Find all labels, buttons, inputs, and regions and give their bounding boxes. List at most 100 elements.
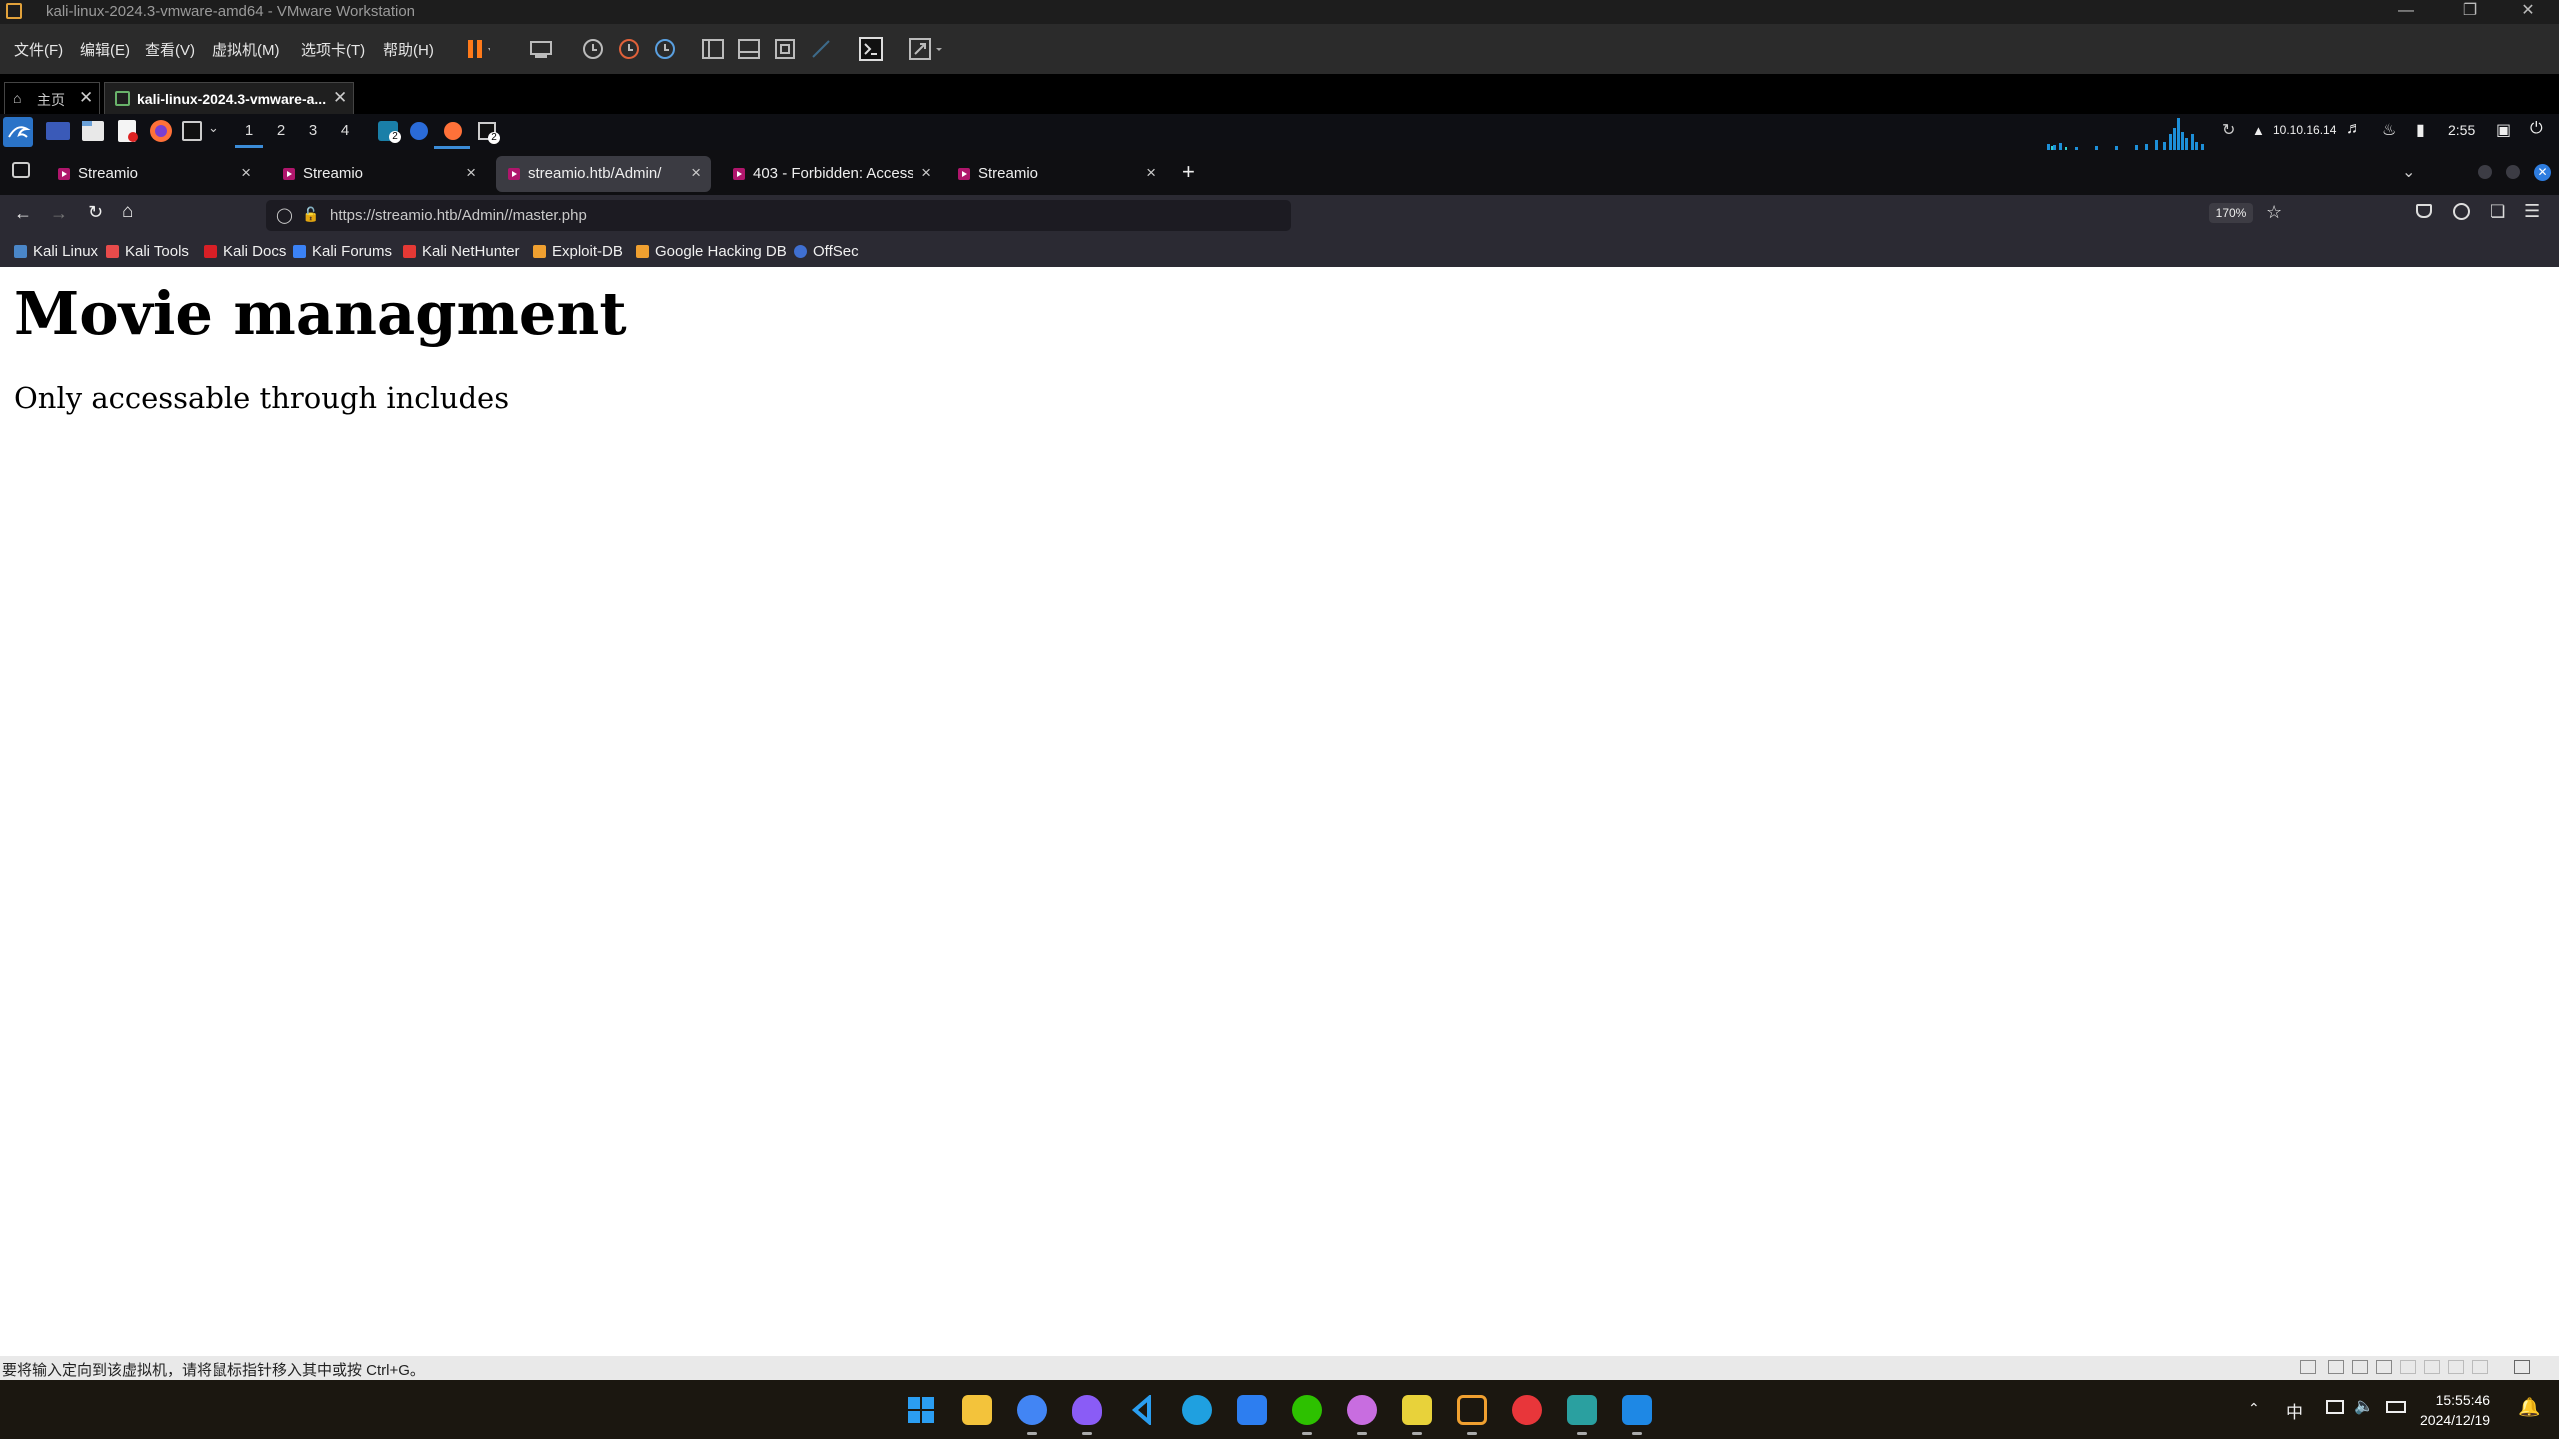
firefox-window-icon[interactable] xyxy=(444,122,462,140)
usb-icon[interactable] xyxy=(2400,1360,2416,1374)
menu-edit[interactable]: 编辑(E) xyxy=(80,39,130,60)
close-icon[interactable]: ✕ xyxy=(333,88,347,108)
refresh-icon[interactable]: ↻ xyxy=(2222,120,2235,140)
notification-bell-icon[interactable]: ♨ xyxy=(2382,120,2396,140)
bookmark-offsec[interactable]: OffSec xyxy=(794,243,859,260)
vscode-icon[interactable] xyxy=(1127,1395,1157,1425)
firefox-icon[interactable] xyxy=(150,120,172,142)
account-icon[interactable] xyxy=(2453,203,2470,220)
unity-icon[interactable] xyxy=(808,36,834,62)
writer-app-icon[interactable] xyxy=(1622,1395,1652,1425)
browser-tab-active[interactable]: streamio.htb/Admin/ × xyxy=(496,156,711,192)
workspace-2[interactable]: 2 xyxy=(267,122,295,139)
menu-vm[interactable]: 虚拟机(M) xyxy=(212,39,280,60)
terminal-window-icon[interactable]: 2 xyxy=(478,122,500,144)
tracking-shield-icon[interactable]: ◯ xyxy=(276,206,293,224)
console-view-icon[interactable] xyxy=(858,36,884,62)
workspace-4[interactable]: 4 xyxy=(331,122,359,139)
browser-tab[interactable]: Streamio × xyxy=(46,156,261,192)
network-adapter-icon[interactable] xyxy=(2328,1360,2344,1374)
burp-window-icon[interactable]: 2 xyxy=(378,121,401,143)
chevron-up-icon[interactable]: ⌃ xyxy=(2248,1400,2260,1417)
close-tab-icon[interactable]: × xyxy=(691,163,701,183)
pocket-icon[interactable] xyxy=(2416,204,2432,218)
text-editor-icon[interactable] xyxy=(118,120,138,142)
thumbnail-view-icon[interactable] xyxy=(736,36,762,62)
vm-tab-home[interactable]: ⌂ 主页 ✕ xyxy=(4,82,100,114)
menu-file[interactable]: 文件(F) xyxy=(14,39,63,60)
battery-icon[interactable] xyxy=(2386,1401,2406,1413)
send-ctrl-alt-del-icon[interactable] xyxy=(528,36,554,62)
home-icon[interactable]: ⌂ xyxy=(122,201,133,223)
restore-button[interactable]: ❐ xyxy=(2438,0,2502,24)
menu-help[interactable]: 帮助(H) xyxy=(383,39,434,60)
workspace-1[interactable]: 1 xyxy=(235,122,263,139)
bookmark-star-icon[interactable]: ☆ xyxy=(2266,202,2282,223)
notification-bell-icon[interactable]: 🔔 xyxy=(2518,1397,2540,1418)
firefox-view-icon[interactable] xyxy=(12,162,30,178)
bookmark-kali-forums[interactable]: Kali Forums xyxy=(293,243,392,260)
edge-icon[interactable] xyxy=(1182,1395,1212,1425)
bookmark-google-hacking-db[interactable]: Google Hacking DB xyxy=(636,243,787,260)
new-tab-button[interactable]: + xyxy=(1182,159,1195,185)
network-icon[interactable] xyxy=(2326,1400,2344,1414)
vm-tab-kali[interactable]: kali-linux-2024.3-vmware-a... ✕ xyxy=(104,82,354,114)
browser-tab[interactable]: 403 - Forbidden: Access i × xyxy=(721,156,941,192)
volume-icon[interactable]: 🔈 xyxy=(2354,1396,2374,1416)
maximize-browser-button[interactable] xyxy=(2506,165,2520,179)
wechat-icon[interactable] xyxy=(1292,1395,1322,1425)
reload-icon[interactable]: ↻ xyxy=(88,202,103,223)
stretch-guest-icon[interactable] xyxy=(908,36,942,62)
minimize-button[interactable]: — xyxy=(2374,0,2438,24)
bookmark-kali-tools[interactable]: Kali Tools xyxy=(106,243,189,260)
bookmark-exploit-db[interactable]: Exploit-DB xyxy=(533,243,623,260)
volume-icon[interactable]: ♬ xyxy=(2346,120,2362,138)
obsidian-icon[interactable] xyxy=(1072,1395,1102,1425)
revert-snapshot-icon[interactable] xyxy=(616,36,642,62)
minimize-browser-button[interactable] xyxy=(2478,165,2492,179)
browser-tab[interactable]: Streamio × xyxy=(271,156,486,192)
vmware-workstation-icon[interactable] xyxy=(1457,1395,1487,1425)
pause-icon[interactable] xyxy=(464,36,490,62)
app-store-icon[interactable] xyxy=(1237,1395,1267,1425)
cat-app-icon[interactable] xyxy=(1347,1395,1377,1425)
usb-icon[interactable] xyxy=(2424,1360,2440,1374)
message-icon[interactable] xyxy=(2514,1360,2530,1374)
hard-disk-icon[interactable] xyxy=(2300,1360,2316,1374)
browser-tab[interactable]: Streamio × xyxy=(946,156,1166,192)
sound-card-icon[interactable] xyxy=(2376,1360,2392,1374)
list-all-tabs-icon[interactable]: ⌄ xyxy=(2402,162,2415,182)
close-browser-button[interactable]: ✕ xyxy=(2534,164,2551,181)
network-adapter-icon[interactable] xyxy=(2352,1360,2368,1374)
display-icon[interactable] xyxy=(2472,1360,2488,1374)
ime-indicator[interactable]: 中 xyxy=(2286,1398,2303,1423)
terminal-icon[interactable] xyxy=(182,121,202,141)
close-tab-icon[interactable]: × xyxy=(241,163,251,183)
windows-start-icon[interactable] xyxy=(906,1395,936,1425)
chevron-down-icon[interactable]: ⌄ xyxy=(208,120,219,136)
power-icon[interactable]: ⏻ xyxy=(2530,120,2543,138)
bookmark-kali-docs[interactable]: Kali Docs xyxy=(204,243,286,260)
menu-view[interactable]: 查看(V) xyxy=(145,39,195,60)
close-window-button[interactable]: ✕ xyxy=(2496,0,2559,24)
forward-arrow-icon[interactable]: → xyxy=(50,203,68,224)
file-explorer-icon[interactable] xyxy=(962,1395,992,1425)
usb-icon[interactable] xyxy=(2448,1360,2464,1374)
close-tab-icon[interactable]: × xyxy=(1146,163,1156,183)
notes-app-icon[interactable] xyxy=(1402,1395,1432,1425)
taskbar-clock[interactable]: 15:55:46 2024/12/19 xyxy=(2420,1390,2490,1430)
close-tab-icon[interactable]: × xyxy=(921,163,931,183)
back-arrow-icon[interactable]: ← xyxy=(14,203,32,224)
file-manager-icon[interactable] xyxy=(82,121,104,141)
netease-music-icon[interactable] xyxy=(1512,1395,1542,1425)
bookmark-kali-nethunter[interactable]: Kali NetHunter xyxy=(403,243,520,260)
extensions-icon[interactable]: ❏ xyxy=(2490,202,2505,222)
menu-tabs[interactable]: 选项卡(T) xyxy=(301,39,365,60)
url-bar[interactable]: ◯ 🔓 https://streamio.htb/Admin//master.p… xyxy=(266,200,1291,231)
workspace-3[interactable]: 3 xyxy=(299,122,327,139)
library-view-icon[interactable] xyxy=(700,36,726,62)
snapshot-icon[interactable] xyxy=(580,36,606,62)
hamburger-menu-icon[interactable]: ☰ xyxy=(2524,201,2540,222)
close-tab-icon[interactable]: × xyxy=(466,163,476,183)
url-text[interactable]: https://streamio.htb/Admin//master.php xyxy=(330,207,587,224)
